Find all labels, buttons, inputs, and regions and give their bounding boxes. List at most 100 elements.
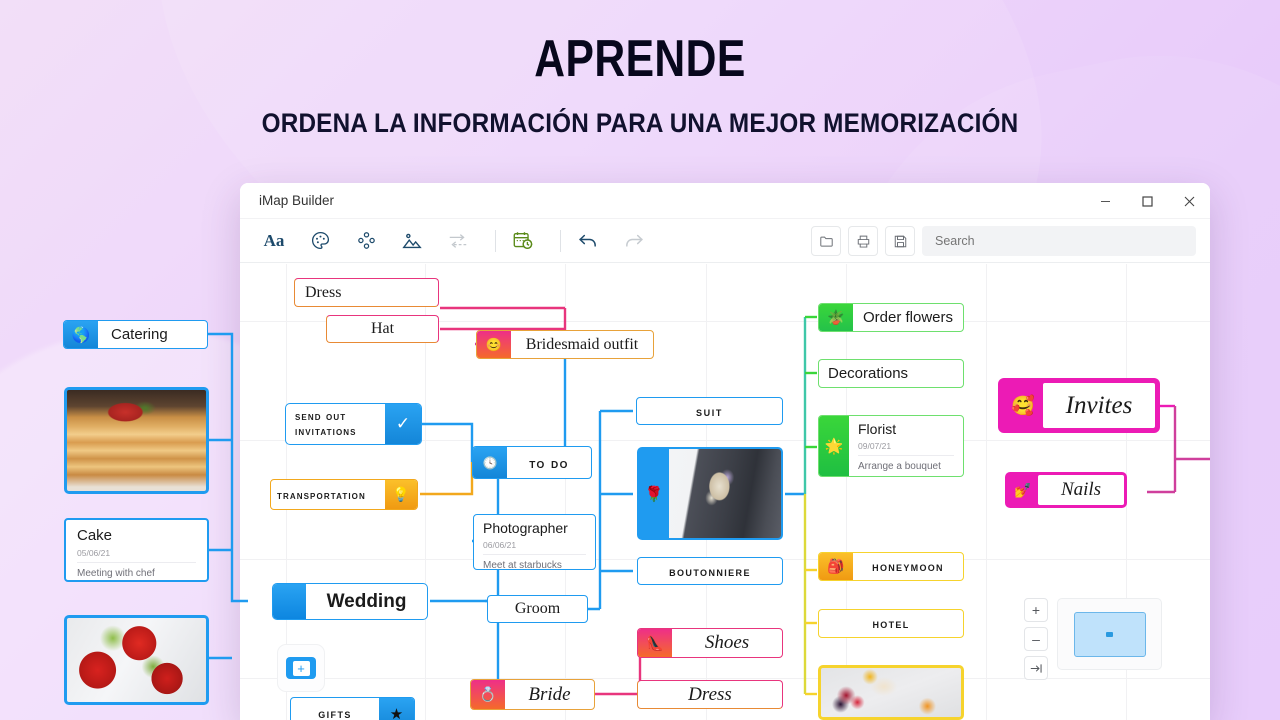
node-bridesmaid-outfit[interactable]: 😊 Bridesmaid outfit [476,330,654,359]
star-sparkle-icon: 🌟 [819,416,849,476]
zoom-out-button[interactable]: – [1024,627,1048,651]
cluster-icon[interactable] [348,226,384,256]
maximize-button[interactable] [1126,183,1168,219]
node-label: Decorations [828,365,909,382]
node-hat[interactable]: Hat [326,315,439,343]
node-honeymoon[interactable]: 🎒 Honeymoon [818,552,964,581]
node-label: Catering [111,326,168,343]
toolbar-right-group [811,219,1196,263]
image-node-dessert[interactable] [818,665,964,720]
close-button[interactable] [1168,183,1210,219]
node-to-do[interactable]: 🕓 To do [472,446,592,479]
folder-open-icon[interactable] [811,226,841,256]
calendar-clock-icon[interactable] [505,226,541,256]
check-icon: ✓ [385,404,421,444]
node-label: Hotel [872,616,910,631]
card-body: Photographer 06/06/21 Meet at starbucks [474,515,595,569]
node-label: Dress [305,283,342,301]
image-node-strawberries[interactable] [64,615,209,705]
node-note: Arrange a bouquet [858,461,941,473]
node-date: 06/06/21 [483,540,586,556]
plant-icon: 🪴 [819,304,853,331]
plus-icon: + [292,660,310,676]
banner-subtitle: ORDENA LA INFORMACIÓN PARA UNA MEJOR MEM… [261,108,1019,138]
star-icon: ★ [379,698,414,720]
search-input[interactable] [922,226,1196,256]
grid-line [846,264,847,720]
node-transportation[interactable]: Transportation 💡 [270,479,418,510]
minimap-viewport[interactable] [1073,611,1146,657]
image-node-boutonniere[interactable]: 🌹 [637,447,783,540]
node-dress-bottom[interactable]: Dress [637,680,783,709]
boutonniere-photo [669,449,781,538]
window-titlebar: iMap Builder [240,183,1210,219]
node-label: To do [529,454,569,471]
grid-line [986,264,987,720]
node-groom[interactable]: Groom [487,595,588,623]
zoom-control-cluster: + – [1024,598,1162,685]
node-suit[interactable]: Suit [636,397,783,425]
promo-banner: APRENDE ORDENA LA INFORMACIÓN PARA UNA M… [0,0,1280,137]
image-icon[interactable] [394,226,430,256]
lightbulb-icon: 💡 [385,480,417,509]
node-label: Dress [688,683,732,705]
toolbar-divider-2 [560,229,561,252]
shoe-icon: 👠 [638,629,672,657]
main-toolbar: Aa [240,219,1210,263]
node-decorations[interactable]: Decorations [818,359,964,388]
node-bride[interactable]: 💍 Bride [470,679,595,710]
minimap-node-dot [1106,631,1113,637]
text-format-icon[interactable]: Aa [256,226,292,256]
toolbar-divider-1 [495,229,496,252]
backpack-icon: 🎒 [819,553,853,580]
node-label: Florist [858,421,897,437]
node-label: Suit [696,403,723,419]
node-catering[interactable]: 🌎 Catering [63,320,208,349]
fit-to-screen-button[interactable] [1024,656,1048,680]
node-note: Meet at starbucks [483,560,562,570]
node-label: Nails [1038,475,1124,505]
add-node-inner: + [286,657,316,679]
smiley-icon: 😊 [477,331,511,358]
redo-icon [616,226,652,256]
save-icon[interactable] [885,226,915,256]
node-order-flowers[interactable]: 🪴 Order flowers [818,303,964,332]
print-icon[interactable] [848,226,878,256]
central-accent [273,584,306,619]
node-label: Photographer [483,520,568,536]
node-dress-top[interactable]: Dress [294,278,439,307]
zoom-in-button[interactable]: + [1024,598,1048,622]
node-send-out-invitations[interactable]: Send out invitations ✓ [285,403,422,445]
image-node-pancakes[interactable] [64,387,209,494]
window-title: iMap Builder [259,193,335,208]
clock-icon: 🕓 [473,447,507,478]
smiling-hearts-icon: 🥰 [1011,395,1035,417]
node-cake[interactable]: Cake 05/06/21 Meeting with chef [64,518,209,582]
node-label: Send out invitations [295,409,357,438]
node-wedding-central[interactable]: Wedding [272,583,428,620]
node-photographer[interactable]: Photographer 06/06/21 Meet at starbucks [473,514,596,570]
palette-icon[interactable] [302,226,338,256]
minimap[interactable] [1057,598,1162,670]
card-body: Cake 05/06/21 Meeting with chef [66,520,207,580]
node-date: 09/07/21 [858,441,954,457]
node-boutonniere[interactable]: Boutonniere [637,557,783,585]
node-label: Bridesmaid outfit [525,335,639,353]
node-florist[interactable]: 🌟 Florist 09/07/21 Arrange a bouquet [818,415,964,477]
node-label: Order flowers [863,309,954,326]
node-shoes[interactable]: 👠 Shoes [637,628,783,658]
minimize-button[interactable] [1084,183,1126,219]
banner-title: APRENDE [534,30,746,88]
node-gifts[interactable]: Gifts ★ [290,697,415,720]
node-invites[interactable]: 🥰 Invites [998,378,1160,433]
node-label: Transportation [277,487,366,502]
node-label: Wedding [326,590,407,612]
node-label: Boutonniere [669,563,751,579]
node-hotel[interactable]: Hotel [818,609,964,638]
node-note: Meeting with chef [77,568,155,580]
undo-icon[interactable] [570,226,606,256]
node-nails[interactable]: 💅 Nails [1005,472,1127,508]
window-controls [1084,183,1210,219]
add-node-button[interactable]: + [277,644,325,692]
node-label: Shoes [704,632,750,653]
